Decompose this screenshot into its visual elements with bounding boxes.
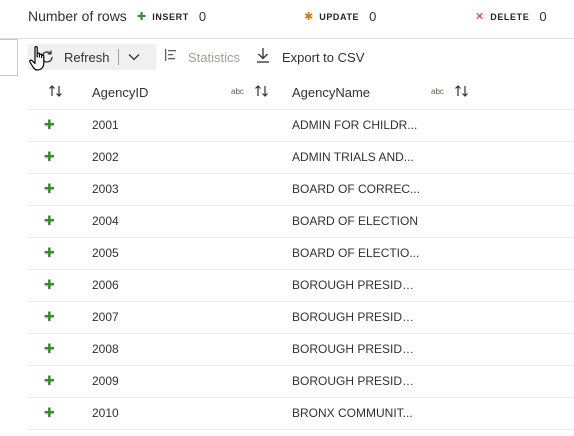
agency-name-cell: ADMIN FOR CHILDR... — [292, 118, 418, 132]
plus-icon: ✚ — [137, 11, 147, 23]
column-header-agencyname[interactable]: AgencyName — [292, 85, 370, 100]
table-row[interactable]: ✚ 2004 BOARD OF ELECTION — [28, 206, 574, 238]
update-count: 0 — [369, 9, 377, 24]
delete-label: DELETE — [490, 11, 530, 22]
asterisk-icon: ✱ — [304, 11, 314, 23]
agency-id-cell: 2001 — [92, 118, 119, 132]
agency-name-cell: BOARD OF ELECTION — [292, 214, 419, 228]
table-row[interactable]: ✚ 2008 BOROUGH PRESIDE... — [28, 334, 574, 366]
plus-icon: ✚ — [44, 405, 55, 420]
agency-name-cell: BOROUGH PRESIDE... — [292, 278, 420, 292]
agency-id-cell: 2009 — [92, 374, 119, 388]
row-count-summary: Number of rows ✚ INSERT 0 ✱ UPDATE 0 ✕ D… — [0, 0, 574, 36]
table-row[interactable]: ✚ 2006 BOROUGH PRESIDE... — [28, 270, 574, 302]
plus-icon: ✚ — [44, 341, 55, 356]
table-row[interactable]: ✚ 2001 ADMIN FOR CHILDR... — [28, 110, 574, 142]
side-panel-edge — [0, 39, 18, 76]
sort-icon[interactable] — [454, 84, 470, 103]
plus-icon: ✚ — [44, 149, 55, 164]
sort-icon[interactable] — [254, 84, 270, 103]
delete-count: 0 — [539, 9, 547, 24]
refresh-divider — [117, 49, 119, 65]
agency-name-cell: BOROUGH PRESIDE... — [292, 374, 420, 388]
statistics-icon — [164, 48, 178, 67]
toolbar: Refresh Statistics Export to CSV — [0, 38, 574, 77]
plus-icon: ✚ — [44, 277, 55, 292]
plus-icon: ✚ — [44, 213, 55, 228]
chevron-down-icon[interactable] — [127, 50, 141, 64]
insert-count: 0 — [198, 9, 207, 24]
agency-id-cell: 2003 — [92, 182, 119, 196]
plus-icon: ✚ — [44, 309, 55, 324]
summary-title: Number of rows — [28, 8, 127, 24]
plus-icon: ✚ — [44, 181, 55, 196]
agency-id-cell: 2004 — [92, 214, 119, 228]
insert-label: INSERT — [152, 11, 189, 22]
table-row[interactable]: ✚ 2009 BOROUGH PRESIDE... — [28, 366, 574, 398]
delete-stat: ✕ DELETE 0 — [475, 9, 547, 24]
agency-id-cell: 2008 — [92, 342, 119, 356]
sort-icon[interactable] — [48, 84, 64, 103]
update-stat: ✱ UPDATE 0 — [304, 9, 376, 24]
export-csv-label: Export to CSV — [282, 49, 365, 65]
plus-icon: ✚ — [44, 245, 55, 260]
plus-icon: ✚ — [44, 373, 55, 388]
table-row[interactable]: ✚ 2010 BRONX COMMUNIT... — [28, 398, 574, 430]
table-row[interactable]: ✚ 2007 BOROUGH PRESIDE... — [28, 302, 574, 334]
table-row[interactable]: ✚ 2003 BOARD OF CORREC... — [28, 174, 574, 206]
statistics-label: Statistics — [188, 49, 241, 65]
agency-name-cell: BOARD OF ELECTIO... — [292, 246, 420, 260]
download-icon — [256, 47, 270, 68]
agency-id-cell: 2005 — [92, 246, 119, 260]
agency-id-cell: 2006 — [92, 278, 119, 292]
agency-name-cell: BRONX COMMUNIT... — [292, 406, 413, 420]
agency-id-cell: 2010 — [92, 406, 119, 420]
agency-name-cell: ADMIN TRIALS AND... — [292, 150, 414, 164]
table-row[interactable]: ✚ 2005 BOARD OF ELECTIO... — [28, 238, 574, 270]
agency-id-cell: 2007 — [92, 310, 119, 324]
table-row[interactable]: ✚ 2002 ADMIN TRIALS AND... — [28, 142, 574, 174]
agency-name-cell: BOROUGH PRESIDE... — [292, 310, 420, 324]
grid-header: AgencyID abc AgencyName abc — [28, 76, 574, 110]
text-type-icon: abc — [431, 87, 444, 96]
agency-name-cell: BOROUGH PRESIDE... — [292, 342, 420, 356]
hand-cursor-icon — [28, 44, 50, 74]
agency-id-cell: 2002 — [92, 150, 119, 164]
plus-icon: ✚ — [44, 117, 55, 132]
agency-name-cell: BOARD OF CORREC... — [292, 182, 420, 196]
statistics-button[interactable]: Statistics — [164, 44, 240, 70]
refresh-label: Refresh — [64, 49, 110, 65]
column-header-agencyid[interactable]: AgencyID — [92, 85, 148, 100]
text-type-icon: abc — [231, 87, 244, 96]
results-grid: AgencyID abc AgencyName abc ✚ 2001 ADMIN… — [28, 76, 574, 430]
update-label: UPDATE — [319, 11, 360, 22]
insert-stat: ✚ INSERT 0 — [137, 9, 206, 24]
export-csv-button[interactable]: Export to CSV — [256, 44, 364, 70]
x-icon: ✕ — [475, 11, 485, 23]
